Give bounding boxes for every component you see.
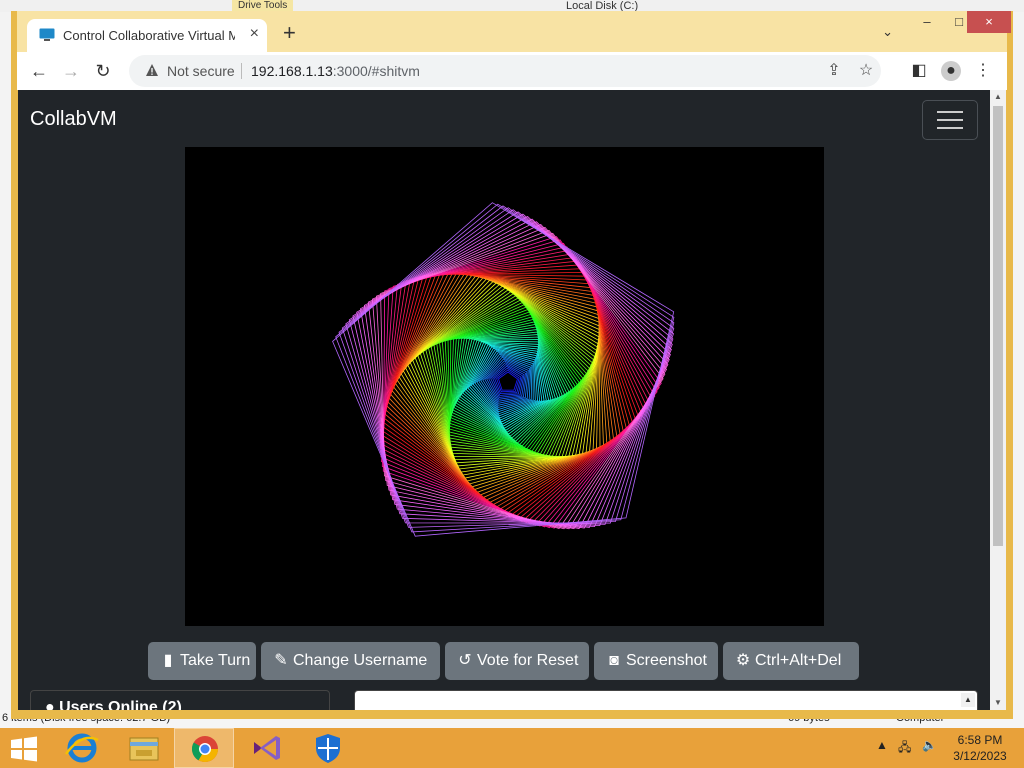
tab-close-icon[interactable]: × xyxy=(250,25,259,43)
share-icon[interactable]: ⇪ xyxy=(825,62,843,80)
hamburger-line xyxy=(937,119,963,121)
vote-reset-button[interactable]: ↺ Vote for Reset xyxy=(445,642,589,680)
scroll-down-icon[interactable]: ▼ xyxy=(990,696,1006,710)
tab-search-chevron-icon[interactable]: ⌄ xyxy=(882,24,893,40)
taskbar-defender[interactable] xyxy=(298,728,358,768)
taskbar-visual-studio[interactable] xyxy=(236,728,296,768)
clock-time: 6:58 PM xyxy=(957,733,1003,747)
users-online-panel: ● Users Online (2) xyxy=(30,690,330,710)
users-online-label: Users Online (2) xyxy=(59,699,182,710)
taskbar-internet-explorer[interactable] xyxy=(52,728,112,768)
mouse-icon: ▮ xyxy=(163,652,173,669)
windows-start-icon[interactable] xyxy=(10,736,38,762)
internet-explorer-icon xyxy=(64,733,99,763)
warning-triangle-icon[interactable] xyxy=(145,63,159,77)
brand-logo[interactable]: CollabVM xyxy=(30,108,117,131)
url-path: :3000/#shitvm xyxy=(332,63,420,79)
windows-taskbar: ▲ 🖧 🔈 6:58 PM 3/12/2023 xyxy=(0,728,1024,768)
page-content: CollabVM ▮ Take Turn ✎ Change Username ↺ Vo… xyxy=(18,90,990,710)
address-bar[interactable]: Not secure 192.168.1.13:3000/#shitvm ⇪ ☆ xyxy=(129,55,881,87)
undo-icon: ↺ xyxy=(458,652,472,669)
omnibox-separator xyxy=(241,63,242,79)
chrome-icon xyxy=(191,736,219,763)
user-icon: ● xyxy=(45,699,55,710)
take-turn-label: Take Turn xyxy=(180,652,251,669)
vm-screen-art xyxy=(332,202,675,537)
screenshot-label: Screenshot xyxy=(626,652,707,669)
forward-arrow-icon[interactable]: → xyxy=(59,59,83,83)
tab-collabvm[interactable]: Control Collaborative Virtual Machine × xyxy=(27,19,267,52)
shield-icon xyxy=(316,734,340,763)
tab-strip: Control Collaborative Virtual Machine × … xyxy=(17,11,1011,52)
monitor-icon xyxy=(39,28,55,41)
close-window-button[interactable]: × xyxy=(967,11,1011,33)
profile-avatar-icon[interactable]: ● xyxy=(941,61,961,81)
taskbar-file-explorer[interactable] xyxy=(114,728,174,768)
vote-reset-label: Vote for Reset xyxy=(477,652,579,669)
navbar-toggle-button[interactable] xyxy=(922,100,978,140)
change-username-label: Change Username xyxy=(293,652,428,669)
screenshot-button[interactable]: ◙ Screenshot xyxy=(594,642,718,680)
browser-toolbar: ← → ↻ Not secure 192.168.1.13:3000/#shit… xyxy=(17,52,1007,90)
scroll-up-icon[interactable]: ▲ xyxy=(990,90,1006,104)
menu-kebab-icon[interactable]: ⋮ xyxy=(973,61,993,81)
taskbar-clock[interactable]: 6:58 PM 3/12/2023 xyxy=(950,732,1010,764)
chat-scroll-up-icon[interactable]: ▲ xyxy=(961,693,975,707)
not-secure-label[interactable]: Not secure xyxy=(167,63,235,79)
chrome-window: Control Collaborative Virtual Machine × … xyxy=(11,11,1013,719)
vm-display[interactable] xyxy=(185,147,824,626)
url-host: 192.168.1.13 xyxy=(251,63,333,79)
visual-studio-icon xyxy=(254,736,280,760)
scroll-thumb[interactable] xyxy=(993,106,1003,546)
camera-icon: ◙ xyxy=(609,652,619,669)
change-username-button[interactable]: ✎ Change Username xyxy=(261,642,440,680)
users-online-title: ● Users Online (2) xyxy=(45,699,182,710)
side-panel-icon[interactable]: ◧ xyxy=(909,61,929,81)
page-scrollbar[interactable]: ▲ ▼ xyxy=(990,90,1006,710)
volume-icon[interactable]: 🔈 xyxy=(922,738,937,752)
gear-icon: ⚙ xyxy=(735,652,751,669)
back-arrow-icon[interactable]: ← xyxy=(27,59,51,83)
folder-icon xyxy=(129,737,159,761)
take-turn-button[interactable]: ▮ Take Turn xyxy=(148,642,256,680)
ctrl-alt-del-label: Ctrl+Alt+Del xyxy=(755,652,842,669)
tray-chevron-icon[interactable]: ▲ xyxy=(876,738,888,752)
minimize-button[interactable]: – xyxy=(911,11,943,33)
clock-date: 3/12/2023 xyxy=(953,749,1007,763)
new-tab-button[interactable]: + xyxy=(283,22,296,44)
user-pen-icon: ✎ xyxy=(274,652,288,669)
ctrl-alt-del-button[interactable]: ⚙ Ctrl+Alt+Del xyxy=(723,642,859,680)
bookmark-star-icon[interactable]: ☆ xyxy=(857,62,875,80)
hamburger-line xyxy=(937,111,963,113)
hamburger-line xyxy=(937,127,963,129)
taskbar-chrome[interactable] xyxy=(174,728,234,768)
reload-icon[interactable]: ↻ xyxy=(91,59,115,83)
chat-panel[interactable]: ▲ xyxy=(354,690,978,710)
tab-title: Control Collaborative Virtual Machine xyxy=(63,28,235,43)
network-icon[interactable]: 🖧 xyxy=(898,738,911,759)
url-text[interactable]: 192.168.1.13:3000/#shitvm xyxy=(251,63,420,79)
